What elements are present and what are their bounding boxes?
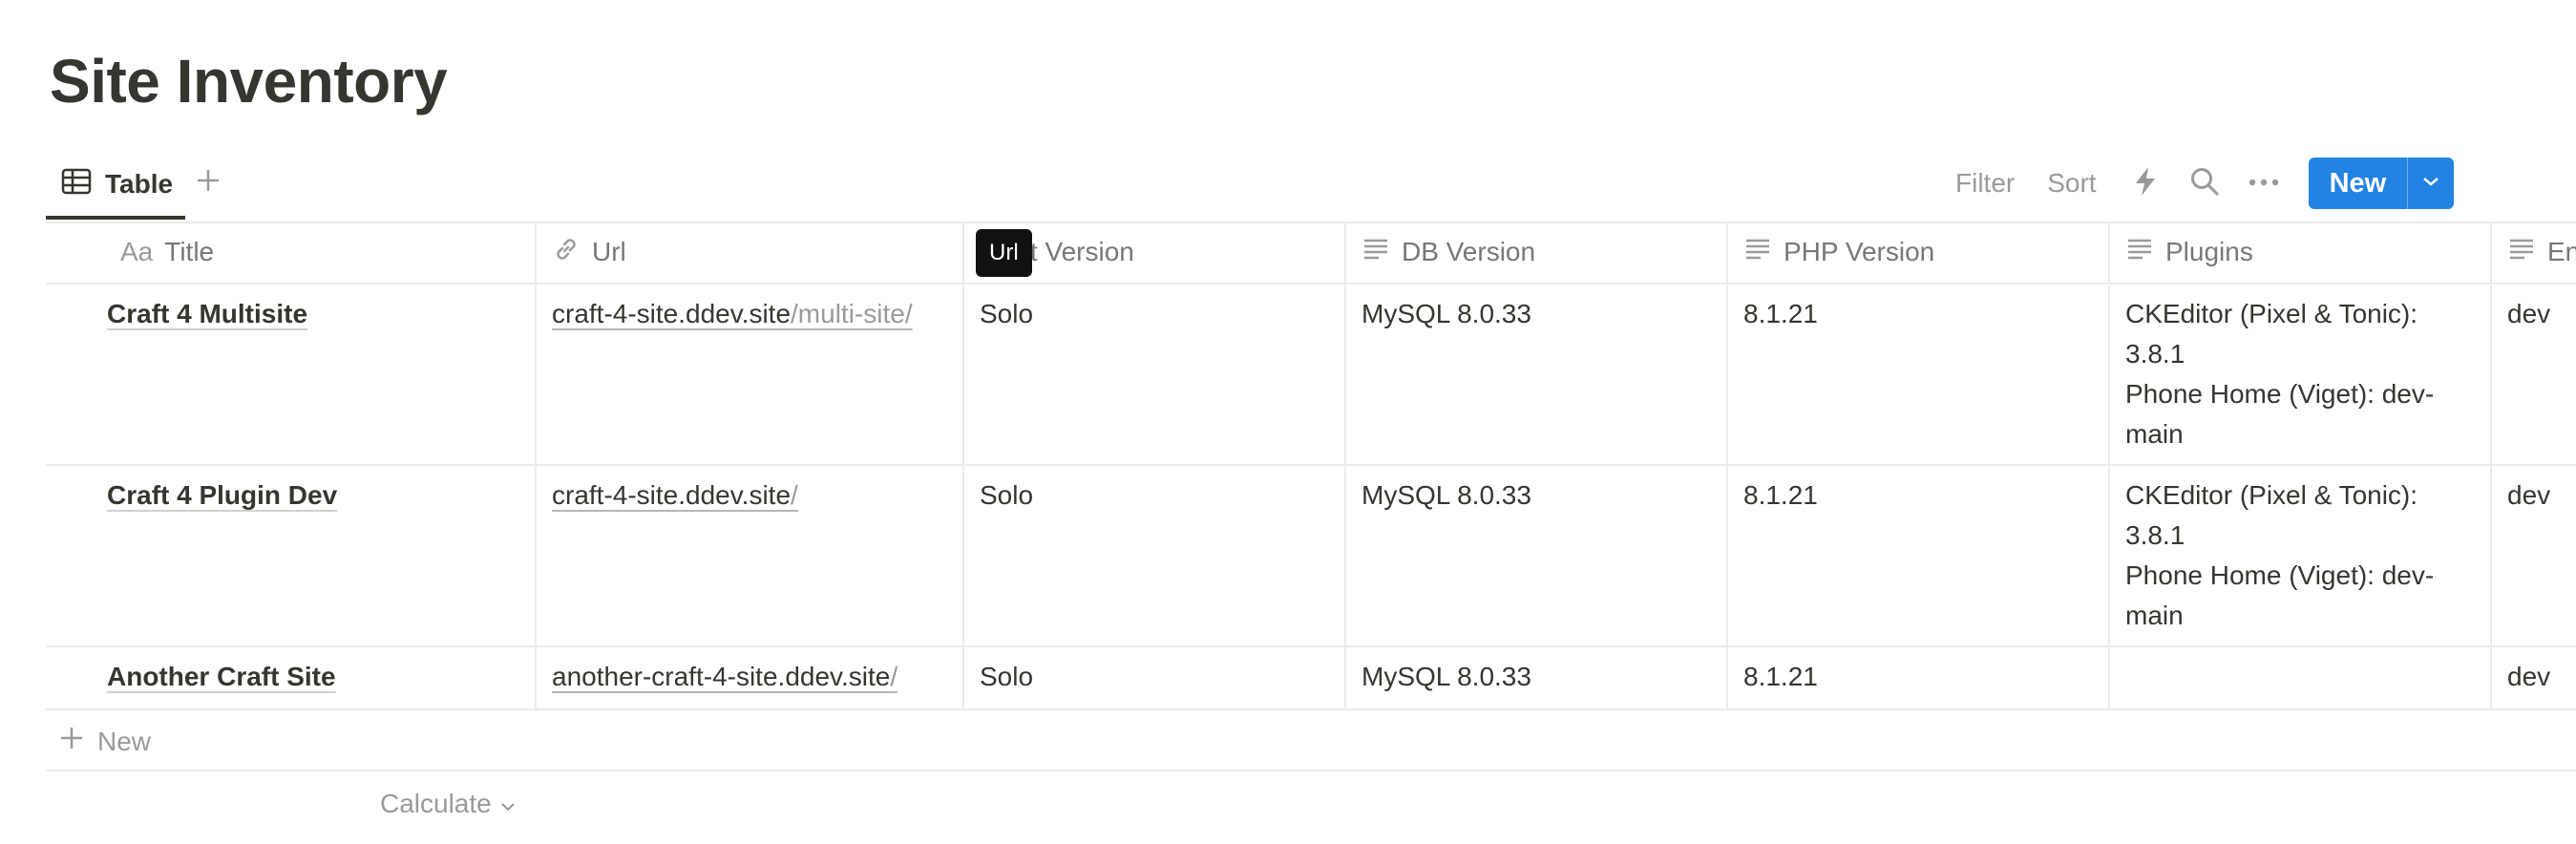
row-title[interactable]: Craft 4 Plugin Dev [107,475,337,516]
grid-line [46,464,2576,466]
new-options-button[interactable] [2407,158,2454,209]
row-plugins[interactable]: CKEditor (Pixel & Tonic): 3.8.1 Phone Ho… [2125,475,2434,636]
row-env[interactable]: dev [2507,657,2550,697]
row-craft-version[interactable]: Solo [980,475,1033,516]
add-view-button[interactable] [189,164,227,202]
row-env[interactable]: dev [2507,475,2550,516]
column-header-db-version[interactable]: DB Version [1362,222,1535,283]
grid-line [535,222,537,710]
column-header-label: Title [164,237,215,266]
row-db-version[interactable]: MySQL 8.0.33 [1362,475,1531,516]
plugins-line: main [2125,419,2184,449]
grid-line [1344,222,1346,710]
ellipsis-icon [2249,175,2279,192]
row-url-link[interactable]: craft-4-site.ddev.site/ [552,475,798,516]
row-title[interactable]: Craft 4 Multisite [107,294,307,334]
url-host: another-craft-4-site.ddev.site [552,662,891,691]
column-header-label: En [2547,237,2576,266]
grid-line [2490,222,2492,710]
text-lines-icon [2125,235,2154,270]
database-toolbar: Filter Sort New [1955,158,2455,209]
plugins-line: Phone Home (Viget): dev- [2125,379,2435,409]
url-host: craft-4-site.ddev.site [552,299,792,328]
search-button[interactable] [2188,167,2221,200]
column-header-label: Plugins [2165,237,2253,266]
text-lines-icon [1362,235,1390,270]
plugins-line: main [2125,601,2184,630]
grid-line [46,770,2576,771]
row-db-version[interactable]: MySQL 8.0.33 [1362,657,1531,697]
grid-line [46,645,2576,647]
add-new-row-button[interactable]: New [59,726,151,757]
link-icon [552,235,581,270]
new-row-label: New [97,726,152,756]
column-header-label: Url [592,237,626,266]
lightning-icon [2133,166,2158,201]
tab-table[interactable]: Table [46,153,185,220]
text-lines-icon [1743,235,1772,270]
row-env[interactable]: dev [2507,294,2550,334]
table-header: Aa Title Url Craft Version DB Version PH… [46,222,2576,283]
row-php-version[interactable]: 8.1.21 [1743,657,1818,697]
table-icon [61,168,92,201]
column-header-plugins[interactable]: Plugins [2125,222,2253,283]
sort-button[interactable]: Sort [2047,168,2096,199]
text-lines-icon [2507,235,2536,270]
calculate-label: Calculate [380,789,492,818]
column-tooltip: Url [976,229,1032,277]
text-type-icon: Aa [120,237,154,266]
column-header-label: DB Version [1402,237,1536,266]
more-options-button[interactable] [2248,167,2280,200]
url-path: /multi-site/ [791,299,913,328]
grid-line [2108,222,2110,710]
row-url-link[interactable]: another-craft-4-site.ddev.site/ [552,657,897,697]
chevron-down-icon [2421,175,2440,192]
row-craft-version[interactable]: Solo [980,657,1033,697]
plus-icon [195,165,222,202]
plus-icon [59,726,84,757]
grid-line [1726,222,1728,710]
filter-button[interactable]: Filter [1955,168,2015,199]
column-header-title[interactable]: Aa Title [120,222,214,283]
automation-button[interactable] [2129,166,2162,201]
row-title[interactable]: Another Craft Site [107,657,336,697]
column-header-label: PHP Version [1784,237,1935,266]
row-plugins[interactable]: CKEditor (Pixel & Tonic): 3.8.1 Phone Ho… [2125,294,2434,454]
column-header-env[interactable]: En [2507,222,2576,283]
column-header-php-version[interactable]: PHP Version [1743,222,1934,283]
plugins-line: 3.8.1 [2125,520,2185,550]
plugins-line: Phone Home (Viget): dev- [2125,560,2435,590]
calculate-button[interactable]: Calculate [380,789,517,819]
chevron-down-icon [499,789,517,819]
plugins-line: CKEditor (Pixel & Tonic): [2125,480,2418,510]
grid-line [46,283,2576,285]
row-url-link[interactable]: craft-4-site.ddev.site/multi-site/ [552,294,913,334]
plugins-line: 3.8.1 [2125,339,2185,369]
url-path: / [890,662,898,691]
search-icon [2189,166,2220,201]
column-header-url[interactable]: Url [552,222,626,283]
row-php-version[interactable]: 8.1.21 [1743,294,1818,334]
new-record-button-group: New [2308,158,2455,209]
grid-line [46,708,2576,710]
grid-line [962,222,964,710]
new-record-button[interactable]: New [2309,158,2408,209]
tab-table-label: Table [105,169,174,199]
url-host: craft-4-site.ddev.site [552,480,792,510]
row-craft-version[interactable]: Solo [980,294,1033,334]
url-path: / [791,480,798,510]
row-db-version[interactable]: MySQL 8.0.33 [1362,294,1531,334]
row-php-version[interactable]: 8.1.21 [1743,475,1818,516]
plugins-line: CKEditor (Pixel & Tonic): [2125,299,2418,328]
page-title: Site Inventory [50,47,448,116]
